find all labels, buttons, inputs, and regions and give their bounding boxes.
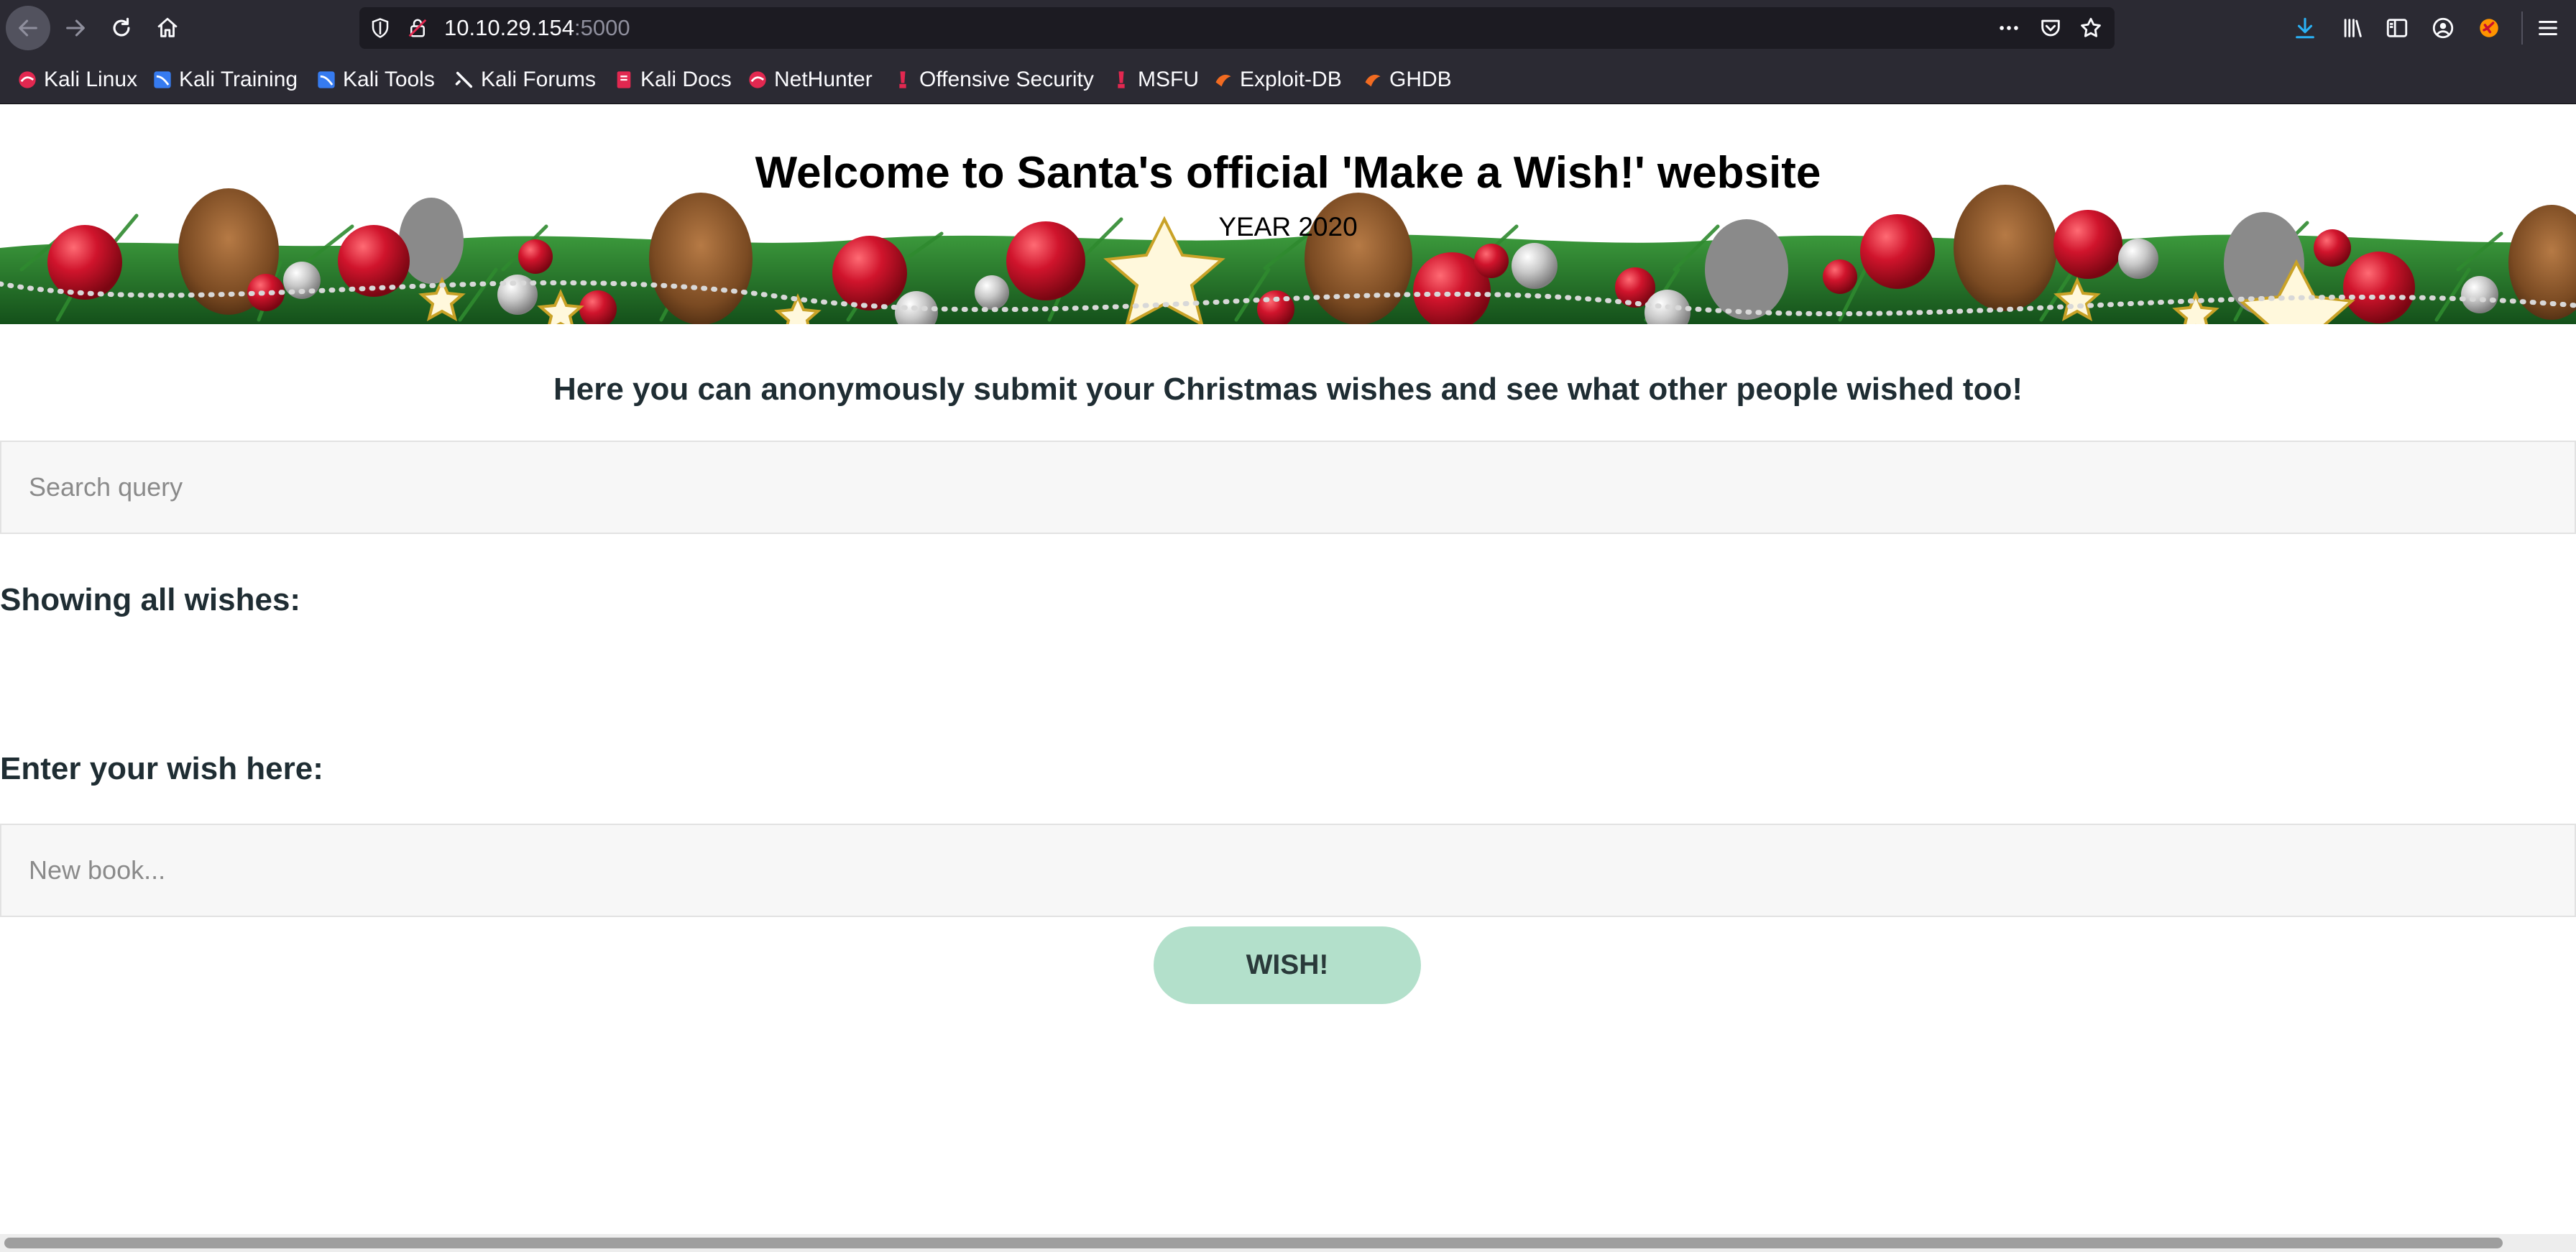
bookmark-kali-forums[interactable]: Kali Forums xyxy=(454,56,596,103)
tracking-shield-icon[interactable] xyxy=(369,17,391,39)
wishes-list xyxy=(0,636,2576,722)
wish-input[interactable] xyxy=(0,824,2576,917)
bookmark-label: MSFU xyxy=(1138,68,1199,91)
extension-icon[interactable] xyxy=(2477,16,2501,40)
bookmark-kali-tools[interactable]: Kali Tools xyxy=(316,56,435,103)
star-icon[interactable] xyxy=(2079,16,2103,40)
bookmark-msfu[interactable]: MSFU xyxy=(1111,56,1199,103)
bookmark-label: Exploit-DB xyxy=(1240,68,1342,91)
horizontal-scrollbar-thumb[interactable] xyxy=(4,1238,2503,1248)
toolbar-separator xyxy=(2521,11,2523,45)
library-icon[interactable] xyxy=(2340,16,2365,40)
nethunter-icon xyxy=(749,71,766,88)
reload-icon xyxy=(113,17,130,37)
page-content: Welcome to Santa's official 'Make a Wish… xyxy=(0,104,2576,1234)
insecure-lock-icon[interactable] xyxy=(407,17,428,39)
more-horizontal-icon[interactable] xyxy=(1997,16,2021,40)
bookmark-kali-linux[interactable]: Kali Linux xyxy=(17,56,137,103)
url-host: 10.10.29.154 xyxy=(444,15,575,40)
pocket-icon[interactable] xyxy=(2038,16,2063,40)
bookmarks-bar: Kali Linux Kali Training Kali Tools Kali… xyxy=(0,56,2576,105)
reload-button[interactable] xyxy=(99,6,144,50)
bookmark-label: Offensive Security xyxy=(919,68,1094,91)
hamburger-menu-icon[interactable] xyxy=(2536,16,2560,40)
enter-wish-heading: Enter your wish here: xyxy=(0,751,323,786)
exploit-db-icon xyxy=(1215,75,1231,87)
bookmark-label: Kali Docs xyxy=(640,68,732,91)
bookmark-kali-docs[interactable]: Kali Docs xyxy=(614,56,732,103)
kali-dragon-icon xyxy=(19,71,36,88)
page-subtitle: YEAR 2020 xyxy=(1218,212,1358,241)
arrow-left-icon xyxy=(19,19,37,37)
bookmark-label: Kali Tools xyxy=(343,68,435,91)
header-banner: Welcome to Santa's official 'Make a Wish… xyxy=(0,104,2576,324)
intro-text: Here you can anonymously submit your Chr… xyxy=(553,372,2023,407)
back-button[interactable] xyxy=(6,6,50,50)
url-bar[interactable]: 10.10.29.154:5000 xyxy=(359,7,2115,49)
wish-submit-button[interactable]: WISH! xyxy=(1154,926,1421,1004)
kali-docs-icon xyxy=(617,71,631,88)
offsec-icon xyxy=(899,71,906,88)
search-input[interactable] xyxy=(0,441,2576,534)
arrow-right-icon xyxy=(66,19,85,37)
bookmark-offensive-security[interactable]: Offensive Security xyxy=(893,56,1094,103)
ghdb-icon xyxy=(1365,75,1381,87)
bookmark-exploit-db[interactable]: Exploit-DB xyxy=(1213,56,1342,103)
browser-toolbar: 10.10.29.154:5000 xyxy=(0,0,2576,56)
bookmark-kali-training[interactable]: Kali Training xyxy=(152,56,298,103)
bookmark-label: Kali Linux xyxy=(44,68,138,91)
sidebar-icon[interactable] xyxy=(2385,16,2409,40)
bookmark-nethunter[interactable]: NetHunter xyxy=(748,56,873,103)
url-text[interactable]: 10.10.29.154:5000 xyxy=(444,7,630,49)
url-port: :5000 xyxy=(574,15,630,40)
forward-button[interactable] xyxy=(53,6,98,50)
bookmark-label: NetHunter xyxy=(774,68,873,91)
account-icon[interactable] xyxy=(2431,16,2455,40)
home-button[interactable] xyxy=(145,6,190,50)
home-icon xyxy=(157,17,178,37)
bookmark-label: Kali Training xyxy=(179,68,298,91)
kali-training-icon xyxy=(154,71,171,88)
bookmark-label: Kali Forums xyxy=(481,68,597,91)
kali-forums-icon xyxy=(455,71,473,88)
page-title: Welcome to Santa's official 'Make a Wish… xyxy=(755,148,1821,198)
msfu-icon xyxy=(1118,71,1125,88)
kali-tools-icon xyxy=(318,71,335,88)
bookmark-ghdb[interactable]: GHDB xyxy=(1363,56,1452,103)
download-icon[interactable] xyxy=(2293,16,2317,40)
horizontal-scrollbar[interactable] xyxy=(0,1234,2576,1252)
showing-wishes-heading: Showing all wishes: xyxy=(0,582,301,617)
bookmark-label: GHDB xyxy=(1389,68,1452,91)
